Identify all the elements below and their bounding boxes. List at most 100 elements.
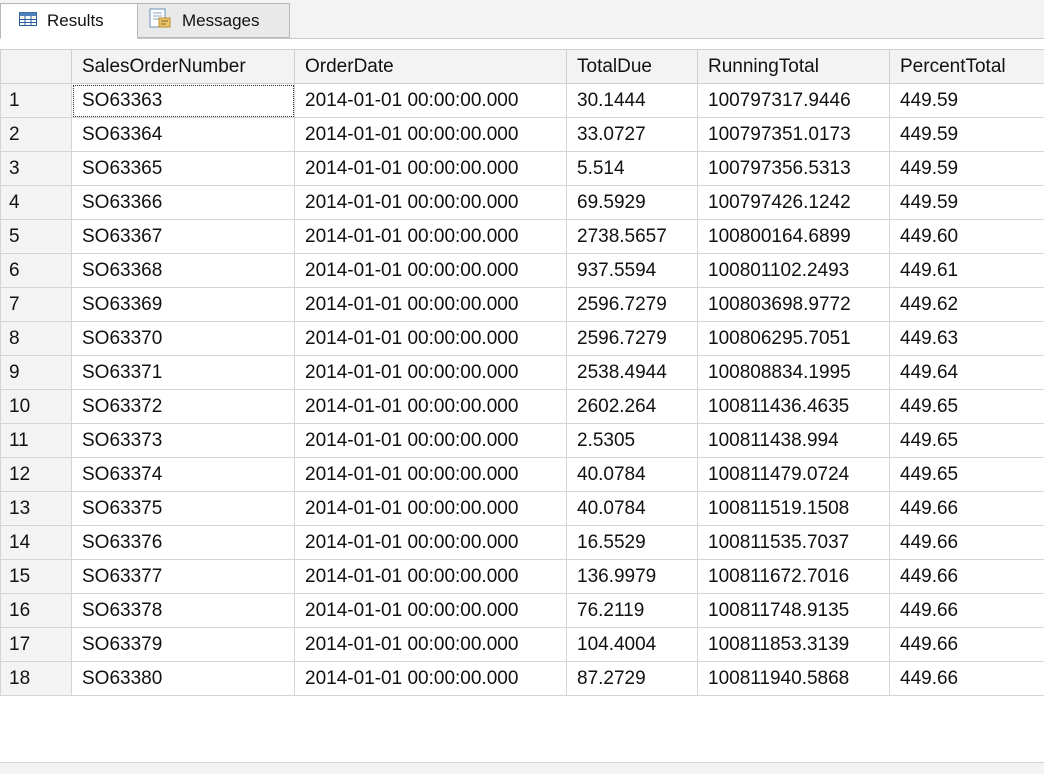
- cell-totaldue[interactable]: 2596.7279: [567, 322, 698, 356]
- row-number[interactable]: 5: [1, 220, 72, 254]
- row-number[interactable]: 3: [1, 152, 72, 186]
- cell-salesordernumber[interactable]: SO63380: [72, 662, 295, 696]
- table-row[interactable]: 10SO633722014-01-01 00:00:00.0002602.264…: [1, 390, 1044, 424]
- cell-runningtotal[interactable]: 100797317.9446: [698, 84, 890, 118]
- table-row[interactable]: 5SO633672014-01-01 00:00:00.0002738.5657…: [1, 220, 1044, 254]
- cell-totaldue[interactable]: 937.5594: [567, 254, 698, 288]
- cell-orderdate[interactable]: 2014-01-01 00:00:00.000: [295, 526, 567, 560]
- row-number[interactable]: 11: [1, 424, 72, 458]
- cell-totaldue[interactable]: 136.9979: [567, 560, 698, 594]
- row-number[interactable]: 1: [1, 84, 72, 118]
- cell-runningtotal[interactable]: 100811853.3139: [698, 628, 890, 662]
- cell-runningtotal[interactable]: 100797426.1242: [698, 186, 890, 220]
- cell-runningtotal[interactable]: 100811479.0724: [698, 458, 890, 492]
- table-row[interactable]: 6SO633682014-01-01 00:00:00.000937.55941…: [1, 254, 1044, 288]
- cell-percenttotal[interactable]: 449.66: [890, 594, 1044, 628]
- row-number[interactable]: 4: [1, 186, 72, 220]
- cell-runningtotal[interactable]: 100811519.1508: [698, 492, 890, 526]
- cell-salesordernumber[interactable]: SO63372: [72, 390, 295, 424]
- table-row[interactable]: 2SO633642014-01-01 00:00:00.00033.072710…: [1, 118, 1044, 152]
- cell-totaldue[interactable]: 5.514: [567, 152, 698, 186]
- cell-runningtotal[interactable]: 100811436.4635: [698, 390, 890, 424]
- cell-orderdate[interactable]: 2014-01-01 00:00:00.000: [295, 356, 567, 390]
- cell-orderdate[interactable]: 2014-01-01 00:00:00.000: [295, 84, 567, 118]
- cell-runningtotal[interactable]: 100811748.9135: [698, 594, 890, 628]
- cell-percenttotal[interactable]: 449.59: [890, 84, 1044, 118]
- table-row[interactable]: 9SO633712014-01-01 00:00:00.0002538.4944…: [1, 356, 1044, 390]
- cell-runningtotal[interactable]: 100811438.994: [698, 424, 890, 458]
- row-number[interactable]: 18: [1, 662, 72, 696]
- row-number[interactable]: 9: [1, 356, 72, 390]
- cell-totaldue[interactable]: 2538.4944: [567, 356, 698, 390]
- table-row[interactable]: 16SO633782014-01-01 00:00:00.00076.21191…: [1, 594, 1044, 628]
- cell-totaldue[interactable]: 76.2119: [567, 594, 698, 628]
- cell-salesordernumber[interactable]: SO63367: [72, 220, 295, 254]
- table-row[interactable]: 12SO633742014-01-01 00:00:00.00040.07841…: [1, 458, 1044, 492]
- cell-percenttotal[interactable]: 449.66: [890, 560, 1044, 594]
- cell-runningtotal[interactable]: 100803698.9772: [698, 288, 890, 322]
- column-header-runningtotal[interactable]: RunningTotal: [698, 50, 890, 84]
- cell-orderdate[interactable]: 2014-01-01 00:00:00.000: [295, 288, 567, 322]
- cell-totaldue[interactable]: 16.5529: [567, 526, 698, 560]
- cell-salesordernumber[interactable]: SO63378: [72, 594, 295, 628]
- cell-orderdate[interactable]: 2014-01-01 00:00:00.000: [295, 492, 567, 526]
- cell-orderdate[interactable]: 2014-01-01 00:00:00.000: [295, 118, 567, 152]
- cell-salesordernumber[interactable]: SO63369: [72, 288, 295, 322]
- cell-percenttotal[interactable]: 449.59: [890, 118, 1044, 152]
- cell-totaldue[interactable]: 69.5929: [567, 186, 698, 220]
- cell-salesordernumber[interactable]: SO63379: [72, 628, 295, 662]
- cell-salesordernumber[interactable]: SO63376: [72, 526, 295, 560]
- row-number[interactable]: 6: [1, 254, 72, 288]
- table-row[interactable]: 3SO633652014-01-01 00:00:00.0005.5141007…: [1, 152, 1044, 186]
- cell-totaldue[interactable]: 104.4004: [567, 628, 698, 662]
- row-number[interactable]: 8: [1, 322, 72, 356]
- table-row[interactable]: 4SO633662014-01-01 00:00:00.00069.592910…: [1, 186, 1044, 220]
- tab-messages[interactable]: Messages: [138, 3, 290, 38]
- row-number[interactable]: 16: [1, 594, 72, 628]
- table-row[interactable]: 11SO633732014-01-01 00:00:00.0002.530510…: [1, 424, 1044, 458]
- cell-salesordernumber[interactable]: SO63368: [72, 254, 295, 288]
- row-number[interactable]: 2: [1, 118, 72, 152]
- cell-orderdate[interactable]: 2014-01-01 00:00:00.000: [295, 254, 567, 288]
- cell-runningtotal[interactable]: 100806295.7051: [698, 322, 890, 356]
- cell-runningtotal[interactable]: 100800164.6899: [698, 220, 890, 254]
- cell-orderdate[interactable]: 2014-01-01 00:00:00.000: [295, 220, 567, 254]
- cell-totaldue[interactable]: 2596.7279: [567, 288, 698, 322]
- row-number[interactable]: 13: [1, 492, 72, 526]
- cell-percenttotal[interactable]: 449.59: [890, 186, 1044, 220]
- cell-runningtotal[interactable]: 100811940.5868: [698, 662, 890, 696]
- row-number[interactable]: 7: [1, 288, 72, 322]
- cell-totaldue[interactable]: 2.5305: [567, 424, 698, 458]
- cell-orderdate[interactable]: 2014-01-01 00:00:00.000: [295, 390, 567, 424]
- column-header-totaldue[interactable]: TotalDue: [567, 50, 698, 84]
- tab-results[interactable]: Results: [0, 3, 138, 39]
- cell-runningtotal[interactable]: 100811672.7016: [698, 560, 890, 594]
- table-row[interactable]: 8SO633702014-01-01 00:00:00.0002596.7279…: [1, 322, 1044, 356]
- cell-salesordernumber[interactable]: SO63375: [72, 492, 295, 526]
- cell-percenttotal[interactable]: 449.60: [890, 220, 1044, 254]
- column-header-salesordernumber[interactable]: SalesOrderNumber: [72, 50, 295, 84]
- cell-salesordernumber[interactable]: SO63366: [72, 186, 295, 220]
- cell-percenttotal[interactable]: 449.66: [890, 526, 1044, 560]
- column-header-orderdate[interactable]: OrderDate: [295, 50, 567, 84]
- table-row[interactable]: 1SO633632014-01-01 00:00:00.00030.144410…: [1, 84, 1044, 118]
- cell-percenttotal[interactable]: 449.59: [890, 152, 1044, 186]
- row-number[interactable]: 14: [1, 526, 72, 560]
- row-number[interactable]: 10: [1, 390, 72, 424]
- cell-salesordernumber[interactable]: SO63363: [72, 84, 295, 118]
- cell-runningtotal[interactable]: 100797351.0173: [698, 118, 890, 152]
- cell-orderdate[interactable]: 2014-01-01 00:00:00.000: [295, 662, 567, 696]
- cell-percenttotal[interactable]: 449.66: [890, 492, 1044, 526]
- row-number[interactable]: 17: [1, 628, 72, 662]
- cell-orderdate[interactable]: 2014-01-01 00:00:00.000: [295, 424, 567, 458]
- cell-runningtotal[interactable]: 100811535.7037: [698, 526, 890, 560]
- cell-orderdate[interactable]: 2014-01-01 00:00:00.000: [295, 594, 567, 628]
- cell-orderdate[interactable]: 2014-01-01 00:00:00.000: [295, 628, 567, 662]
- cell-percenttotal[interactable]: 449.63: [890, 322, 1044, 356]
- cell-orderdate[interactable]: 2014-01-01 00:00:00.000: [295, 560, 567, 594]
- cell-totaldue[interactable]: 2738.5657: [567, 220, 698, 254]
- row-number[interactable]: 15: [1, 560, 72, 594]
- cell-percenttotal[interactable]: 449.65: [890, 390, 1044, 424]
- cell-totaldue[interactable]: 33.0727: [567, 118, 698, 152]
- cell-percenttotal[interactable]: 449.62: [890, 288, 1044, 322]
